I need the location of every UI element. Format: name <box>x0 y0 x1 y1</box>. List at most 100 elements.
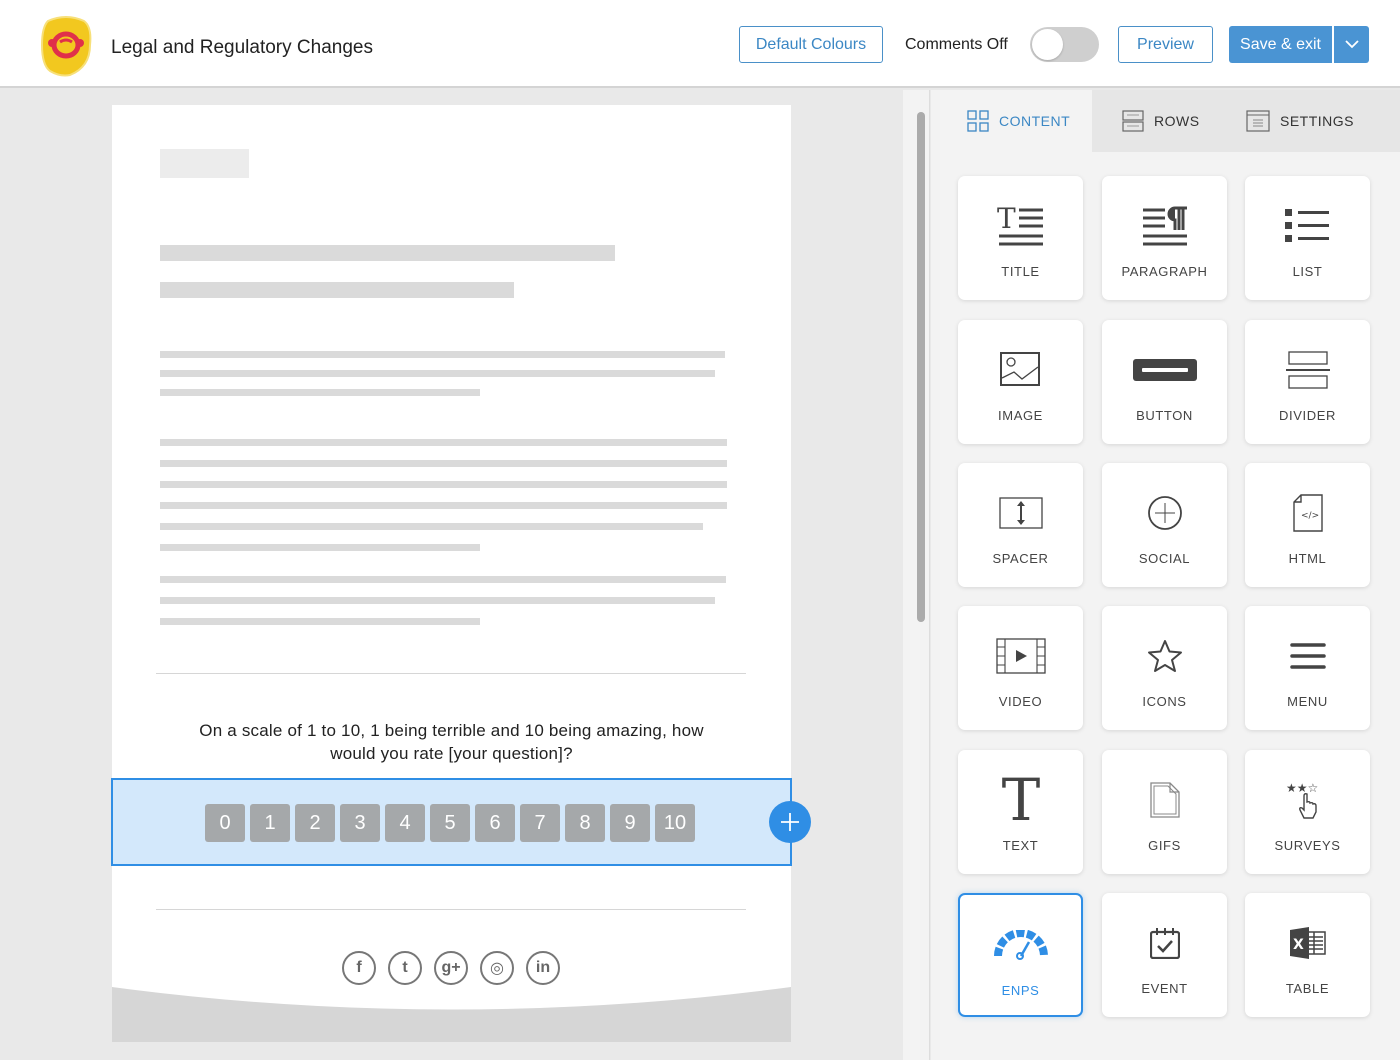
plus-icon <box>781 813 799 831</box>
block-label: PARAGRAPH <box>1121 264 1208 279</box>
block-enps[interactable]: ENPS <box>958 893 1083 1017</box>
html-icon: </> <box>1245 487 1370 539</box>
block-label: SPACER <box>992 551 1049 566</box>
list-icon <box>1245 200 1370 252</box>
editor-canvas: On a scale of 1 to 10, 1 being terrible … <box>0 90 903 1060</box>
text-placeholder-line <box>160 351 725 358</box>
scale-option-9[interactable]: 9 <box>610 804 650 842</box>
save-exit-button[interactable]: Save & exit <box>1229 26 1332 63</box>
tab-settings-label: SETTINGS <box>1280 113 1355 129</box>
button-icon <box>1102 344 1227 396</box>
block-label: GIFS <box>1148 838 1181 853</box>
footer-wave <box>112 987 791 1042</box>
preview-button[interactable]: Preview <box>1118 26 1213 63</box>
scale-option-7[interactable]: 7 <box>520 804 560 842</box>
block-button[interactable]: BUTTON <box>1102 320 1227 444</box>
tab-rows[interactable]: ROWS <box>1092 90 1222 152</box>
block-title[interactable]: T TITLE <box>958 176 1083 300</box>
divider-line <box>156 909 746 910</box>
save-options-dropdown[interactable] <box>1334 26 1369 63</box>
calendar-check-icon <box>1102 917 1227 969</box>
gif-icon <box>1102 774 1227 826</box>
text-placeholder-line <box>160 502 727 509</box>
menu-icon <box>1245 630 1370 682</box>
block-label: TITLE <box>1001 264 1040 279</box>
text-placeholder-line <box>160 576 726 583</box>
block-icons[interactable]: ICONS <box>1102 606 1227 730</box>
svg-text:</>: </> <box>1301 511 1319 521</box>
instagram-icon[interactable]: ◎ <box>480 951 514 985</box>
svg-text:★★☆: ★★☆ <box>1286 781 1318 795</box>
block-label: SOCIAL <box>1138 551 1191 566</box>
block-surveys[interactable]: ★★☆ SURVEYS <box>1245 750 1370 874</box>
scale-option-0[interactable]: 0 <box>205 804 245 842</box>
heading-placeholder[interactable] <box>160 245 615 261</box>
survey-question[interactable]: On a scale of 1 to 10, 1 being terrible … <box>112 719 791 765</box>
scale-option-1[interactable]: 1 <box>250 804 290 842</box>
enps-scale-block-selected[interactable]: 0 1 2 3 4 5 6 7 8 9 10 <box>111 778 792 866</box>
grid-icon <box>967 110 989 132</box>
app-logo <box>40 15 92 77</box>
tab-content-label: CONTENT <box>999 113 1071 129</box>
block-video[interactable]: VIDEO <box>958 606 1083 730</box>
twitter-icon[interactable]: t <box>388 951 422 985</box>
block-table[interactable]: X TABLE <box>1245 893 1370 1017</box>
toggle-knob <box>1032 29 1063 60</box>
scale-option-3[interactable]: 3 <box>340 804 380 842</box>
video-icon <box>958 630 1083 682</box>
block-divider[interactable]: DIVIDER <box>1245 320 1370 444</box>
text-placeholder-line <box>160 481 727 488</box>
block-label: ICONS <box>1142 694 1187 709</box>
text-placeholder-line <box>160 389 480 396</box>
block-html[interactable]: </> HTML <box>1245 463 1370 587</box>
block-label: BUTTON <box>1136 408 1193 423</box>
email-page: On a scale of 1 to 10, 1 being terrible … <box>112 105 791 1042</box>
block-label: TEXT <box>1002 838 1039 853</box>
block-image[interactable]: IMAGE <box>958 320 1083 444</box>
star-icon <box>1102 630 1227 682</box>
title-icon: T <box>958 200 1083 252</box>
comments-label: Comments Off <box>905 36 1008 53</box>
scale-option-10[interactable]: 10 <box>655 804 695 842</box>
scale-option-8[interactable]: 8 <box>565 804 605 842</box>
subheading-placeholder[interactable] <box>160 282 514 298</box>
panel-tabs: CONTENT ROWS SETTINGS <box>931 90 1400 152</box>
block-text[interactable]: T TEXT <box>958 750 1083 874</box>
scale-option-4[interactable]: 4 <box>385 804 425 842</box>
scale-option-6[interactable]: 6 <box>475 804 515 842</box>
text-icon: T <box>958 774 1083 826</box>
settings-page-icon <box>1246 110 1270 132</box>
comments-toggle[interactable] <box>1030 27 1099 62</box>
linkedin-icon[interactable]: in <box>526 951 560 985</box>
canvas-scrollbar-thumb[interactable] <box>917 112 925 622</box>
default-colours-button[interactable]: Default Colours <box>739 26 883 63</box>
tab-rows-label: ROWS <box>1154 113 1200 129</box>
block-menu[interactable]: MENU <box>1245 606 1370 730</box>
tab-settings[interactable]: SETTINGS <box>1222 90 1400 152</box>
block-label: SURVEYS <box>1274 838 1341 853</box>
content-panel: CONTENT ROWS SETTINGS T TITLE PARAGRAPH LIS… <box>931 90 1400 1060</box>
paragraph-icon <box>1102 200 1227 252</box>
google-plus-icon[interactable]: g+ <box>434 951 468 985</box>
block-label: VIDEO <box>998 694 1043 709</box>
add-block-button[interactable] <box>769 801 811 843</box>
divider-line <box>156 673 746 674</box>
block-gifs[interactable]: GIFS <box>1102 750 1227 874</box>
scale-option-2[interactable]: 2 <box>295 804 335 842</box>
spacer-icon <box>958 487 1083 539</box>
rows-icon <box>1122 110 1144 132</box>
survey-icon: ★★☆ <box>1245 774 1370 826</box>
scale-option-5[interactable]: 5 <box>430 804 470 842</box>
block-paragraph[interactable]: PARAGRAPH <box>1102 176 1227 300</box>
block-label: LIST <box>1292 264 1323 279</box>
block-list[interactable]: LIST <box>1245 176 1370 300</box>
block-spacer[interactable]: SPACER <box>958 463 1083 587</box>
logo-placeholder[interactable] <box>160 149 249 178</box>
block-event[interactable]: EVENT <box>1102 893 1227 1017</box>
block-social[interactable]: SOCIAL <box>1102 463 1227 587</box>
enps-scale: 0 1 2 3 4 5 6 7 8 9 10 <box>205 804 695 842</box>
document-title: Legal and Regulatory Changes <box>111 37 373 58</box>
facebook-icon[interactable]: f <box>342 951 376 985</box>
tab-content[interactable]: CONTENT <box>931 90 1092 152</box>
chevron-down-icon <box>1344 40 1359 49</box>
